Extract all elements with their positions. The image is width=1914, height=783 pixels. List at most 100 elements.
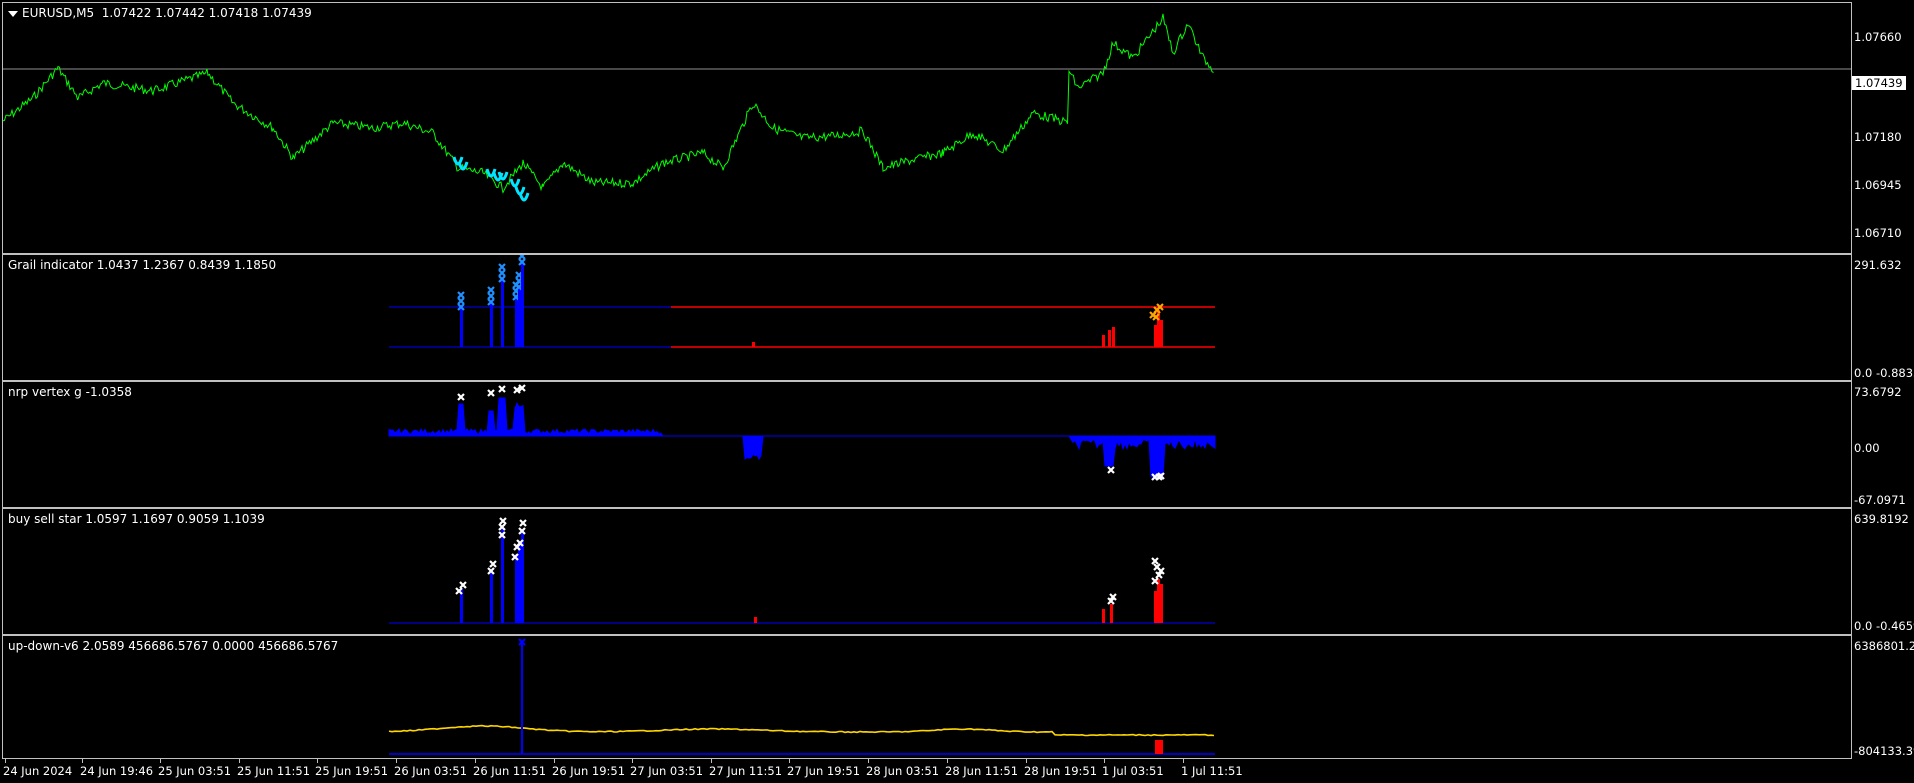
time-tick	[396, 758, 397, 763]
time-axis-label: 25 Jun 11:51	[237, 764, 311, 778]
nrp-axis-mid: 0.00	[1854, 441, 1880, 455]
udv6-yellow-line	[388, 724, 1215, 737]
nrp-vertex-pane[interactable]: nrp vertex g -1.0358	[2, 381, 1852, 508]
grail-buy-cross-icon	[498, 269, 506, 277]
grail-buy-bar	[521, 260, 524, 347]
bss-sell-bar	[1102, 609, 1105, 623]
nrp-axis-bottom: -67.0971	[1854, 493, 1906, 507]
grail-sell-bar	[1102, 335, 1105, 347]
time-axis-label: 27 Jun 03:51	[630, 764, 704, 778]
signal-marker-icon	[497, 171, 509, 181]
time-axis-label: 25 Jun 19:51	[315, 764, 389, 778]
time-axis-label: 25 Jun 03:51	[158, 764, 232, 778]
udv6-axis-top: 6386801.2	[1854, 639, 1914, 653]
udv6-axis-bottom: -804133.39	[1854, 744, 1914, 758]
grail-buy-bar	[518, 285, 521, 347]
time-tick	[475, 758, 476, 763]
price-chart-pane[interactable]: EURUSD,M5 1.07422 1.07442 1.07418 1.0743…	[2, 2, 1852, 254]
bss-buy-bar	[490, 569, 493, 623]
bss-buy-cross-icon	[459, 581, 467, 589]
nrp-cross-icon	[487, 389, 495, 397]
time-axis-label: 28 Jun 03:51	[866, 764, 940, 778]
bss-sell-bar	[1160, 584, 1163, 623]
grail-sell-bar	[1154, 325, 1157, 347]
time-axis-label: 27 Jun 19:51	[787, 764, 861, 778]
nrp-axis-top: 73.6792	[1854, 385, 1902, 399]
up-down-v6-chart	[388, 638, 1215, 755]
udv6-spike-bar	[521, 642, 523, 754]
bss-sell-bar	[1157, 579, 1160, 623]
grail-buy-bar	[460, 305, 463, 347]
time-axis-label: 26 Jun 11:51	[473, 764, 547, 778]
time-axis-label: 1 Jul 11:51	[1181, 764, 1243, 778]
bss-buy-cross-icon	[489, 560, 497, 568]
time-axis-label: 26 Jun 03:51	[394, 764, 468, 778]
bss-buy-bar	[501, 529, 504, 623]
time-tick	[632, 758, 633, 763]
time-tick	[1183, 758, 1184, 763]
symbol-label: EURUSD,M5	[22, 6, 95, 20]
time-tick	[160, 758, 161, 763]
grail-buy-cross-icon	[518, 255, 526, 260]
nrp-vertex-title: nrp vertex g -1.0358	[8, 385, 132, 399]
grail-sell-bar	[1112, 327, 1115, 347]
time-tick	[317, 758, 318, 763]
symbol-header: EURUSD,M5 1.07422 1.07442 1.07418 1.0743…	[8, 6, 312, 20]
grail-buy-cross-icon	[487, 286, 495, 294]
signal-marker-icon	[514, 186, 526, 196]
time-axis-label: 26 Jun 19:51	[552, 764, 626, 778]
bss-axis-bottom: 0.0 -0.4659	[1854, 619, 1914, 633]
time-axis-label: 1 Jul 03:51	[1102, 764, 1164, 778]
price-axis-label: 1.06945	[1854, 178, 1902, 192]
grail-buy-cross-icon	[487, 292, 495, 300]
bss-sell-bar	[754, 617, 757, 623]
bss-buy-bar	[515, 554, 518, 623]
grail-sell-bar	[752, 342, 755, 347]
time-axis-label: 28 Jun 11:51	[945, 764, 1019, 778]
ohlc-values: 1.07422 1.07442 1.07418 1.07439	[101, 6, 312, 20]
grail-buy-bar	[501, 277, 504, 347]
grail-indicator-pane[interactable]: Grail indicator 1.0437 1.2367 0.8439 1.1…	[2, 254, 1852, 381]
grail-buy-bar	[515, 295, 518, 347]
grail-indicator-title: Grail indicator 1.0437 1.2367 0.8439 1.1…	[8, 258, 277, 272]
signal-marker-icon	[518, 192, 530, 202]
time-tick	[5, 758, 6, 763]
time-axis-label: 24 Jun 2024	[3, 764, 73, 778]
nrp-cross-icon	[1107, 466, 1115, 474]
time-tick	[554, 758, 555, 763]
up-down-v6-title: up-down-v6 2.0589 456686.5767 0.0000 456…	[8, 639, 339, 653]
up-down-v6-pane[interactable]: up-down-v6 2.0589 456686.5767 0.0000 456…	[2, 635, 1852, 759]
dropdown-triangle-icon[interactable]	[8, 10, 18, 17]
grail-buy-bar	[490, 300, 493, 347]
time-axis-label: 28 Jun 19:51	[1024, 764, 1098, 778]
time-tick	[239, 758, 240, 763]
nrp-cross-icon	[498, 385, 506, 393]
time-axis-label: 27 Jun 11:51	[709, 764, 783, 778]
time-tick	[868, 758, 869, 763]
buy-sell-star-pane[interactable]: buy sell star 1.0597 1.1697 0.9059 1.103…	[2, 508, 1852, 635]
price-axis-label: 1.06710	[1854, 226, 1902, 240]
price-line-chart	[3, 13, 1851, 202]
nrp-vertex-histogram	[388, 384, 1216, 481]
buy-sell-star-title: buy sell star 1.0597 1.1697 0.9059 1.103…	[8, 512, 265, 526]
bss-buy-cross-icon	[519, 519, 527, 527]
bss-sell-bar	[1154, 591, 1157, 623]
grail-buy-cross-icon	[457, 297, 465, 305]
nrp-area	[388, 397, 1216, 481]
grail-sell-bar	[1160, 320, 1163, 347]
grail-sell-bar	[1108, 330, 1111, 347]
current-price-box: 1.07439	[1852, 76, 1906, 90]
time-axis-label: 24 Jun 19:46	[80, 764, 154, 778]
time-tick	[947, 758, 948, 763]
time-tick	[789, 758, 790, 763]
bss-sell-cross-icon	[1151, 557, 1159, 565]
grail-axis-bottom: 0.0 -0.8835	[1854, 366, 1914, 380]
nrp-cross-icon	[457, 393, 465, 401]
time-tick	[711, 758, 712, 763]
price-axis-label: 1.07180	[1854, 130, 1902, 144]
bss-buy-bar	[518, 541, 521, 623]
time-tick	[1104, 758, 1105, 763]
grail-histogram	[389, 255, 1215, 348]
grail-buy-cross-icon	[498, 263, 506, 271]
price-line	[3, 13, 1214, 194]
